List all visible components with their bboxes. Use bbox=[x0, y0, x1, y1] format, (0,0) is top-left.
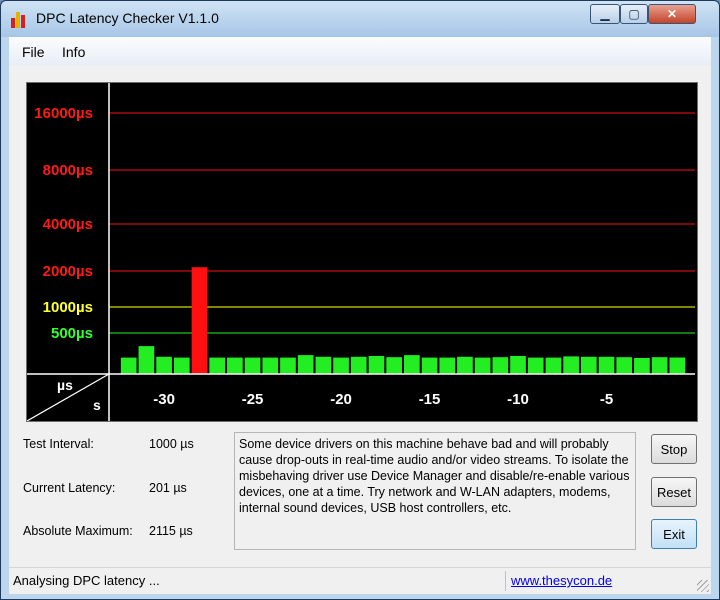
latency-bar bbox=[333, 357, 349, 374]
latency-bar bbox=[227, 357, 243, 374]
latency-bar bbox=[545, 357, 562, 374]
latency-bar bbox=[315, 356, 332, 374]
latency-chart-svg: 16000µs 8000µs 4000µs 2000µs 1000µs 500µs µs s -… bbox=[27, 83, 695, 421]
latency-bar bbox=[280, 357, 296, 374]
latency-bar bbox=[527, 357, 544, 374]
latency-bar bbox=[651, 357, 668, 374]
window-title: DPC Latency Checker V1.1.0 bbox=[36, 10, 219, 26]
latency-bar bbox=[563, 356, 579, 374]
latency-bar bbox=[350, 356, 367, 374]
latency-bar bbox=[173, 357, 190, 374]
x-tick-label: -20 bbox=[330, 391, 352, 408]
latency-bar bbox=[191, 267, 208, 374]
status-separator bbox=[505, 571, 506, 591]
current-latency-value: 201 µs bbox=[149, 481, 187, 495]
latency-bar bbox=[457, 356, 473, 374]
latency-bar bbox=[120, 357, 137, 374]
latency-bar bbox=[616, 357, 633, 374]
menu-info[interactable]: Info bbox=[62, 44, 85, 60]
absolute-max-value: 2115 µs bbox=[149, 524, 193, 538]
stop-button[interactable]: Stop bbox=[651, 434, 697, 464]
latency-bar bbox=[386, 357, 402, 374]
latency-bar bbox=[580, 356, 597, 374]
latency-bar bbox=[262, 357, 279, 374]
latency-bar bbox=[297, 355, 314, 374]
app-window: DPC Latency Checker V1.1.0 ▁ ▢ ✕ File In… bbox=[0, 0, 720, 600]
x-tick-label: -30 bbox=[153, 391, 175, 408]
latency-bar bbox=[510, 355, 526, 374]
corner-x-unit: s bbox=[93, 397, 101, 413]
test-interval-label: Test Interval: bbox=[23, 437, 94, 451]
y-tick-label: 16000µs bbox=[34, 105, 93, 122]
title-bar[interactable]: DPC Latency Checker V1.1.0 ▁ ▢ ✕ bbox=[1, 1, 719, 37]
latency-bar bbox=[634, 358, 650, 374]
latency-bar bbox=[209, 357, 226, 374]
status-text: Analysing DPC latency ... bbox=[13, 573, 160, 588]
latency-bar bbox=[598, 356, 615, 374]
minimize-button[interactable]: ▁ bbox=[590, 4, 620, 24]
y-tick-label: 1000µs bbox=[43, 299, 93, 316]
x-tick-label: -25 bbox=[242, 391, 264, 408]
latency-bar bbox=[138, 346, 155, 374]
test-interval-value: 1000 µs bbox=[149, 437, 194, 451]
maximize-button[interactable]: ▢ bbox=[620, 4, 648, 24]
latency-chart: 16000µs 8000µs 4000µs 2000µs 1000µs 500µs µs s -… bbox=[26, 82, 698, 422]
latency-bar bbox=[492, 357, 509, 374]
y-tick-label: 4000µs bbox=[43, 216, 93, 233]
x-tick-label: -10 bbox=[507, 391, 529, 408]
latency-bar bbox=[244, 357, 261, 374]
resize-grip-icon[interactable] bbox=[697, 580, 709, 592]
latency-bar bbox=[669, 357, 686, 374]
website-link[interactable]: www.thesycon.de bbox=[511, 573, 612, 588]
latency-bar bbox=[439, 357, 456, 374]
app-logo-icon bbox=[10, 10, 28, 28]
current-latency-label: Current Latency: bbox=[23, 481, 116, 495]
close-button[interactable]: ✕ bbox=[648, 4, 696, 24]
latency-bar bbox=[404, 355, 420, 374]
exit-button[interactable]: Exit bbox=[651, 519, 697, 549]
x-tick-label: -5 bbox=[600, 391, 613, 408]
latency-bar bbox=[474, 357, 491, 374]
menu-file[interactable]: File bbox=[22, 44, 45, 60]
menu-bar: File Info bbox=[9, 37, 711, 65]
x-tick-label: -15 bbox=[419, 391, 441, 408]
absolute-max-label: Absolute Maximum: bbox=[23, 524, 133, 538]
y-tick-label: 2000µs bbox=[43, 263, 93, 280]
latency-bar bbox=[368, 355, 385, 374]
corner-y-unit: µs bbox=[57, 377, 73, 393]
latency-bar bbox=[156, 356, 172, 374]
latency-bar bbox=[421, 357, 438, 374]
status-bar: Analysing DPC latency ... www.thesycon.d… bbox=[9, 567, 711, 594]
diagnostic-message: Some device drivers on this machine beha… bbox=[234, 432, 636, 550]
reset-button[interactable]: Reset bbox=[651, 477, 697, 507]
y-tick-label: 8000µs bbox=[43, 162, 93, 179]
client-area: File Info 16000µs 8000µs 4000µs 2000µs 1000µ… bbox=[9, 37, 711, 594]
y-tick-label: 500µs bbox=[51, 325, 93, 342]
